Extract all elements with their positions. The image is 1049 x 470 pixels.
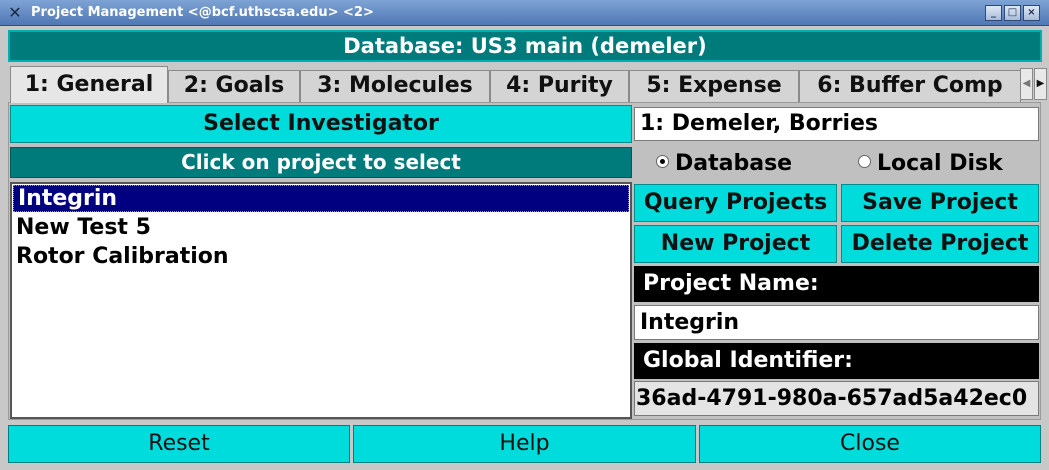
project-list-item[interactable]: New Test 5: [12, 213, 630, 242]
tab-goals[interactable]: 2: Goals: [168, 70, 300, 102]
tab-expense[interactable]: 5: Expense: [629, 70, 799, 102]
new-project-button[interactable]: New Project: [634, 225, 837, 263]
tab-molecules[interactable]: 3: Molecules: [300, 70, 490, 102]
tab-purity[interactable]: 4: Purity: [490, 70, 629, 102]
tab-scroll-right-icon[interactable]: ▶: [1034, 68, 1047, 100]
project-list-header: Click on project to select: [10, 147, 632, 178]
database-radio[interactable]: Database: [656, 149, 792, 179]
save-project-button[interactable]: Save Project: [841, 184, 1039, 222]
window-titlebar[interactable]: ✕ Project Management <@bcf.uthscsa.edu> …: [0, 0, 1049, 26]
global-identifier-label: Global Identifier:: [634, 343, 1039, 379]
tab-scroll-left-icon[interactable]: ◀: [1020, 68, 1033, 100]
window-title: Project Management <@bcf.uthscsa.edu> <2…: [31, 5, 374, 20]
radio-unselected-icon: [858, 155, 871, 168]
query-projects-button[interactable]: Query Projects: [634, 184, 837, 222]
project-list-item[interactable]: Integrin: [13, 185, 629, 212]
app-x-icon: ✕: [8, 3, 22, 22]
local-disk-radio-label: Local Disk: [877, 151, 1003, 176]
project-name-input[interactable]: Integrin: [634, 305, 1039, 340]
database-radio-label: Database: [675, 151, 793, 176]
minimize-button[interactable]: _: [985, 5, 1002, 21]
delete-project-button[interactable]: Delete Project: [841, 225, 1039, 263]
close-button[interactable]: Close: [699, 425, 1041, 463]
tab-buffer-comp[interactable]: 6: Buffer Comp: [799, 70, 1021, 102]
project-list[interactable]: Integrin New Test 5 Rotor Calibration: [10, 182, 632, 419]
reset-button[interactable]: Reset: [8, 425, 350, 463]
tab-bar: 1: General 2: Goals 3: Molecules 4: Puri…: [8, 66, 1047, 103]
radio-selected-icon: [656, 155, 669, 168]
maximize-button[interactable]: □: [1004, 5, 1021, 21]
select-investigator-button[interactable]: Select Investigator: [10, 105, 632, 143]
investigator-field: 1: Demeler, Borries: [634, 107, 1039, 141]
help-button[interactable]: Help: [353, 425, 696, 463]
close-window-button[interactable]: ×: [1023, 5, 1040, 21]
tab-general[interactable]: 1: General: [10, 66, 168, 103]
project-name-label: Project Name:: [634, 266, 1039, 302]
tab-scroll-buttons: ◀ ▶: [1020, 66, 1048, 102]
local-disk-radio[interactable]: Local Disk: [858, 149, 1003, 179]
global-identifier-field: 36ad-4791-980a-657ad5a42ec0: [634, 381, 1039, 416]
project-list-item[interactable]: Rotor Calibration: [12, 242, 630, 271]
database-banner: Database: US3 main (demeler): [8, 30, 1042, 62]
